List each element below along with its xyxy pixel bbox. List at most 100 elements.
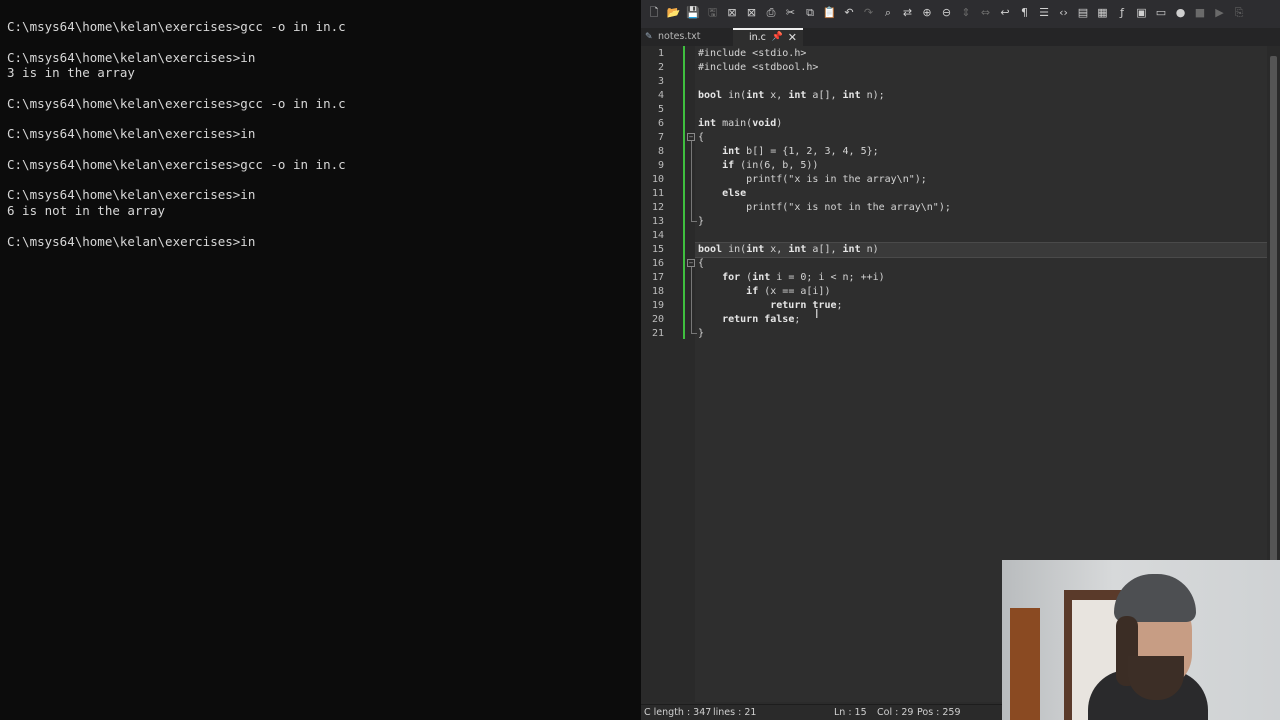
scrollbar-thumb[interactable] — [1270, 56, 1277, 566]
code-line[interactable]: { — [698, 131, 704, 145]
terminal-line: C:\msys64\home\kelan\exercises>gcc -o in… — [7, 157, 346, 172]
line-number: 12 — [651, 202, 664, 213]
code-line[interactable]: printf("x is not in the array\n"); — [698, 201, 951, 215]
line-number: 7 — [657, 132, 664, 143]
undo-icon[interactable]: ↶ — [842, 6, 856, 20]
play-macro-icon[interactable]: ▶ — [1213, 6, 1227, 20]
code-line[interactable]: } — [698, 327, 704, 341]
record-macro-icon[interactable]: ● — [1174, 6, 1188, 20]
code-line[interactable]: else — [698, 187, 746, 201]
editor-toolbar: 🗋 📂 💾 🖫 ⊠ ⊠ ⎙ ✂ ⧉ 📋 ↶ ↷ ⌕ ⇄ ⊕ ⊖ ⇕ ⇔ ↩ ¶ ☰ ‹› ▤ ▦ ƒ ▣ ▭ ● ■ ▶ ⎘ — [641, 0, 1280, 29]
line-number: 16 — [651, 258, 664, 269]
terminal-line: C:\msys64\home\kelan\exercises>in — [7, 187, 256, 202]
tab-in-c[interactable]: in.c 📌 ✕ — [733, 28, 803, 46]
redo-icon[interactable]: ↷ — [862, 6, 876, 20]
code-line[interactable]: for (int i = 0; i < n; ++i) — [698, 271, 885, 285]
terminal-window[interactable]: C:\msys64\home\kelan\exercises>gcc -o in… — [0, 0, 641, 720]
fold-end-marker — [691, 221, 697, 222]
zoom-in-icon[interactable]: ⊕ — [920, 6, 934, 20]
code-line[interactable]: bool in(int x, int a[], int n) — [698, 243, 879, 257]
save-macro-icon[interactable]: ⎘ — [1232, 6, 1246, 20]
doc-list-icon[interactable]: ▦ — [1096, 6, 1110, 20]
open-folder-icon[interactable]: 📂 — [667, 6, 681, 20]
line-number: 21 — [651, 328, 664, 339]
line-number: 19 — [651, 300, 664, 311]
line-number: 6 — [657, 118, 664, 129]
tab-notes-txt[interactable]: ✎ notes.txt — [645, 28, 731, 46]
terminal-line: C:\msys64\home\kelan\exercises>gcc -o in… — [7, 96, 346, 111]
tab-label: in.c — [749, 32, 766, 43]
line-number: 15 — [651, 244, 664, 255]
line-number: 5 — [657, 104, 664, 115]
save-all-icon[interactable]: 🖫 — [706, 6, 720, 20]
zoom-out-icon[interactable]: ⊖ — [940, 6, 954, 20]
tab-label: notes.txt — [658, 31, 701, 42]
show-all-chars-icon[interactable]: ¶ — [1018, 6, 1032, 20]
line-number: 11 — [651, 188, 664, 199]
monitor-icon[interactable]: ▭ — [1154, 6, 1168, 20]
print-icon[interactable]: ⎙ — [764, 6, 778, 20]
code-line[interactable]: { — [698, 257, 704, 271]
code-line[interactable]: return false; — [698, 313, 800, 327]
close-icon[interactable]: ⊠ — [725, 6, 739, 20]
status-position: Pos : 259 — [917, 707, 961, 718]
cut-icon[interactable]: ✂ — [784, 6, 798, 20]
line-number: 9 — [657, 160, 664, 171]
sync-h-icon[interactable]: ⇔ — [979, 6, 993, 20]
fold-end-marker — [691, 333, 697, 334]
line-number: 2 — [657, 62, 664, 73]
new-file-icon[interactable]: 🗋 — [647, 6, 661, 20]
copy-icon[interactable]: ⧉ — [803, 6, 817, 20]
code-line[interactable]: bool in(int x, int a[], int n); — [698, 89, 885, 103]
close-tab-icon[interactable]: ✕ — [788, 30, 797, 45]
line-number: 18 — [651, 286, 664, 297]
line-number: 4 — [657, 90, 664, 101]
close-all-icon[interactable]: ⊠ — [745, 6, 759, 20]
webcam-overlay — [1002, 560, 1280, 720]
line-number: 17 — [651, 272, 664, 283]
code-line[interactable]: } — [698, 215, 704, 229]
stop-macro-icon[interactable]: ■ — [1193, 6, 1207, 20]
terminal-prompt-line[interactable]: C:\msys64\home\kelan\exercises>in — [7, 234, 255, 249]
fold-toggle-icon[interactable]: − — [687, 133, 695, 141]
line-number: 8 — [657, 146, 664, 157]
fold-guide — [691, 267, 692, 333]
code-line[interactable]: int main(void) — [698, 117, 782, 131]
pencil-icon: ✎ — [645, 32, 653, 42]
replace-icon[interactable]: ⇄ — [901, 6, 915, 20]
terminal-line: 6 is not in the array — [7, 203, 166, 218]
terminal-line: C:\msys64\home\kelan\exercises>gcc -o in… — [7, 19, 346, 34]
code-line[interactable]: if (x == a[i]) — [698, 285, 830, 299]
status-column: Col : 29 — [877, 707, 914, 718]
terminal-line: 3 is in the array — [7, 65, 135, 80]
find-icon[interactable]: ⌕ — [881, 6, 895, 20]
code-line[interactable]: #include <stdio.h> — [698, 47, 806, 61]
fold-toggle-icon[interactable]: − — [687, 259, 695, 267]
map-icon[interactable]: ▤ — [1076, 6, 1090, 20]
function-list-icon[interactable]: ƒ — [1115, 6, 1129, 20]
terminal-line: C:\msys64\home\kelan\exercises>in — [7, 126, 256, 141]
word-wrap-icon[interactable]: ↩ — [998, 6, 1012, 20]
line-number: 10 — [651, 174, 664, 185]
editor-tab-bar: ✎ notes.txt in.c 📌 ✕ — [641, 28, 1280, 46]
status-lines: lines : 21 — [713, 707, 757, 718]
code-line[interactable]: if (in(6, b, 5)) — [698, 159, 818, 173]
indent-guide-icon[interactable]: ☰ — [1037, 6, 1051, 20]
sync-v-icon[interactable]: ⇕ — [959, 6, 973, 20]
folder-workspace-icon[interactable]: ▣ — [1135, 6, 1149, 20]
line-number: 1 — [657, 48, 664, 59]
paste-icon[interactable]: 📋 — [823, 6, 837, 20]
code-line[interactable]: int b[] = {1, 2, 3, 4, 5}; — [698, 145, 879, 159]
pin-icon[interactable]: 📌 — [772, 30, 783, 45]
line-number: 3 — [657, 76, 664, 87]
xml-icon[interactable]: ‹› — [1057, 6, 1071, 20]
save-icon[interactable]: 💾 — [686, 6, 700, 20]
webcam-door — [1010, 608, 1040, 720]
line-number: 14 — [651, 230, 664, 241]
change-history-bar — [683, 46, 685, 339]
terminal-line: C:\msys64\home\kelan\exercises>in — [7, 50, 256, 65]
status-line: Ln : 15 — [834, 707, 867, 718]
line-number: 13 — [651, 216, 664, 227]
code-line[interactable]: printf("x is in the array\n"); — [698, 173, 927, 187]
code-line[interactable]: #include <stdbool.h> — [698, 61, 818, 75]
